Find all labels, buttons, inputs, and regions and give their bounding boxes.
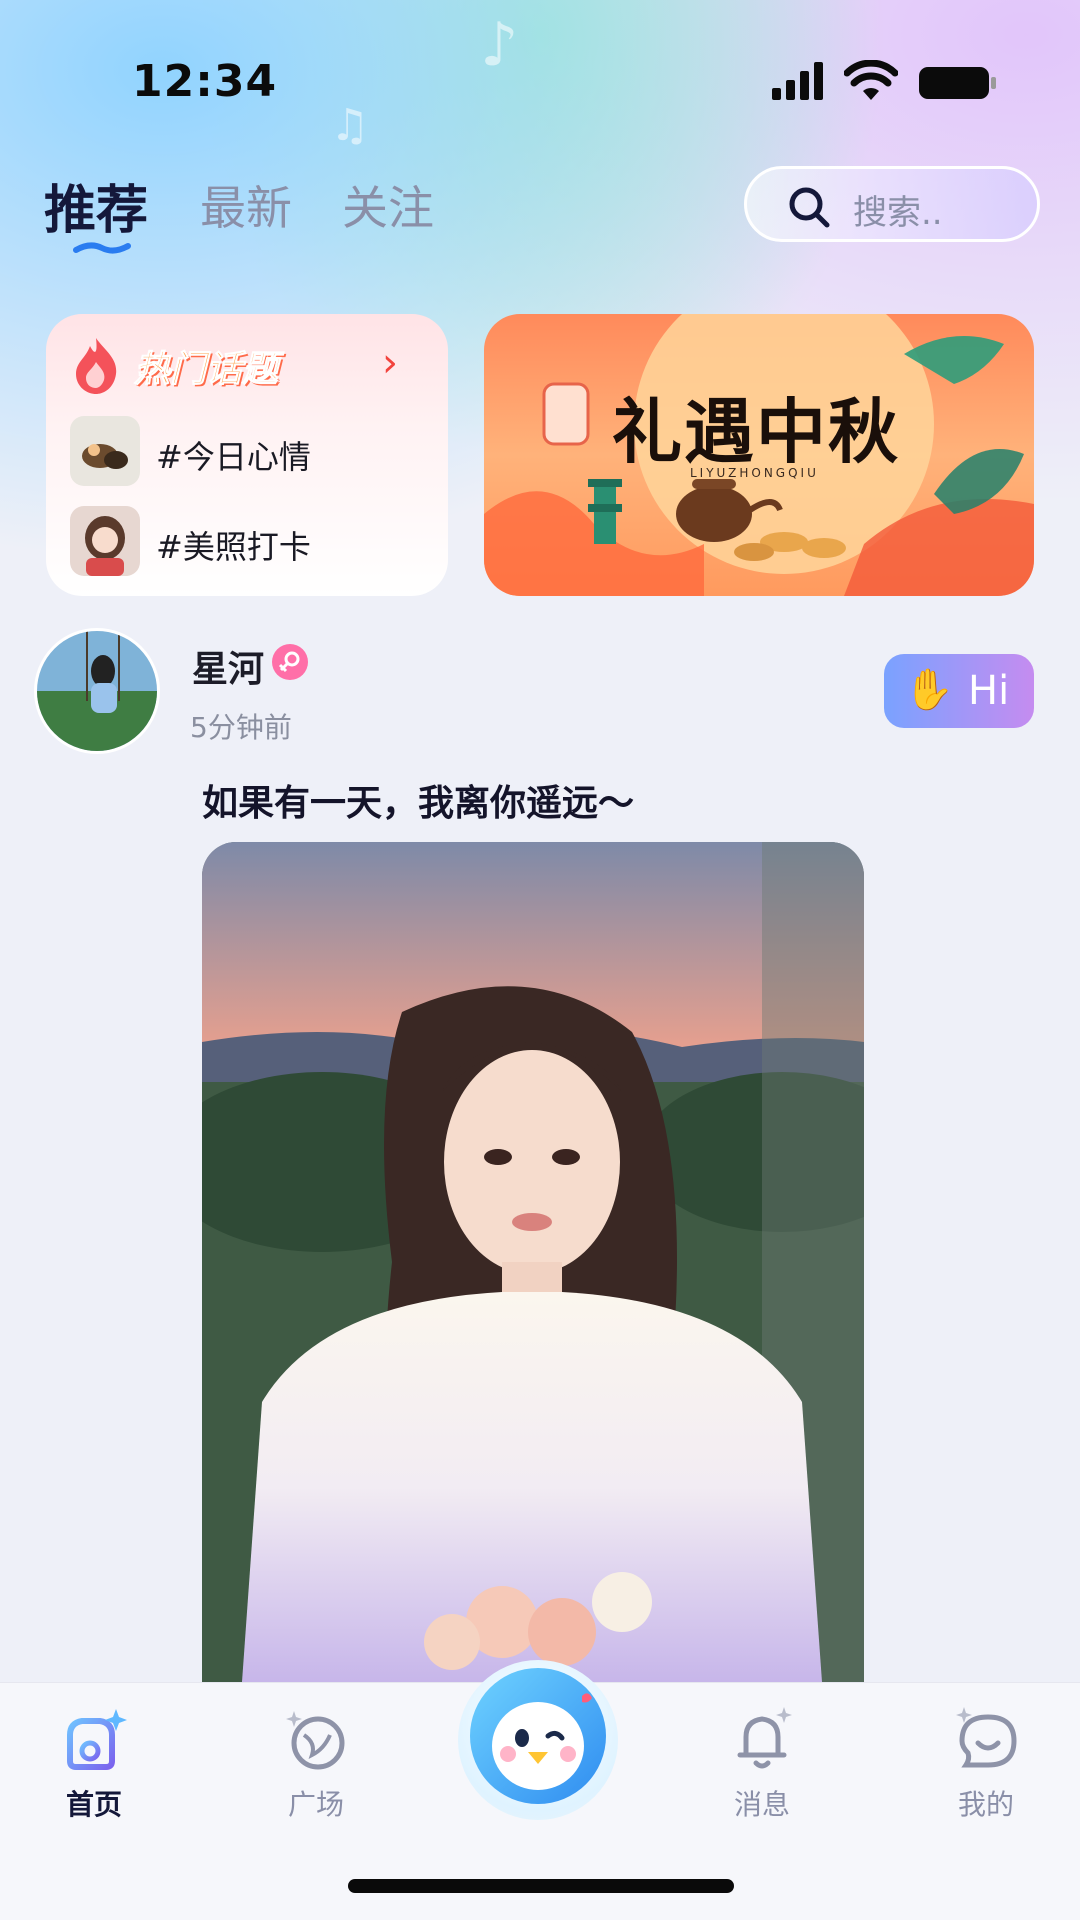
bell-icon bbox=[737, 1707, 792, 1769]
topic-thumbnail bbox=[70, 506, 140, 576]
penguin-mascot-icon bbox=[470, 1668, 606, 1804]
gender-female-icon bbox=[272, 644, 308, 680]
post-text: 如果有一天，我离你遥远～ bbox=[202, 783, 635, 824]
tab-following[interactable]: 关注 bbox=[342, 172, 434, 238]
avatar-image bbox=[37, 631, 157, 751]
post-photo-image bbox=[202, 842, 864, 1682]
search-input[interactable]: 搜索.. bbox=[744, 166, 1040, 242]
waving-hand-icon: ✋ bbox=[904, 667, 954, 713]
tab-recommend[interactable]: 推荐 bbox=[44, 168, 148, 243]
center-action-button[interactable] bbox=[458, 1660, 618, 1820]
post-username[interactable]: 星河 bbox=[192, 640, 264, 692]
status-bar: 12:34 bbox=[0, 0, 1080, 170]
tab-latest[interactable]: 最新 bbox=[200, 172, 292, 238]
search-placeholder: 搜索.. bbox=[853, 193, 943, 233]
chevron-right-icon[interactable]: › bbox=[382, 340, 398, 386]
status-time: 12:34 bbox=[132, 56, 278, 107]
topic-item[interactable]: #今日心情 bbox=[70, 416, 430, 488]
cellular-signal-icon bbox=[772, 62, 823, 100]
topic-thumbnail bbox=[70, 416, 140, 486]
nav-square[interactable]: 广场 bbox=[246, 1705, 386, 1835]
post-photo[interactable] bbox=[202, 842, 864, 1682]
flame-icon bbox=[76, 338, 117, 394]
hi-label: Hi bbox=[968, 668, 1010, 714]
banner-title: 礼遇中秋 bbox=[612, 390, 900, 473]
nav-label: 消息 bbox=[733, 1788, 790, 1821]
topic-label: #今日心情 bbox=[156, 438, 311, 476]
nav-label: 我的 bbox=[957, 1788, 1014, 1821]
avatar[interactable] bbox=[34, 628, 160, 754]
banner-subtitle: LIYUZHONGQIU bbox=[690, 466, 819, 480]
profile-icon bbox=[956, 1707, 1017, 1768]
topic-item[interactable]: #美照打卡 bbox=[70, 506, 430, 578]
active-tab-indicator bbox=[73, 242, 131, 254]
home-icon bbox=[67, 1709, 127, 1770]
planet-icon bbox=[286, 1711, 345, 1770]
hot-topics-title: 热门话题 bbox=[133, 349, 279, 391]
mid-autumn-banner[interactable]: 礼遇中秋 LIYUZHONGQIU bbox=[484, 314, 1034, 596]
battery-icon bbox=[919, 67, 996, 99]
nav-profile[interactable]: 我的 bbox=[916, 1705, 1056, 1835]
nav-messages[interactable]: 消息 bbox=[692, 1705, 832, 1835]
nav-home[interactable]: 首页 bbox=[24, 1705, 164, 1835]
hot-topics-card[interactable]: 热门话题 › #今日心情 #美照打卡 bbox=[46, 314, 448, 596]
post-timestamp: 5分钟前 bbox=[190, 711, 292, 744]
nav-label: 广场 bbox=[287, 1788, 344, 1821]
search-icon bbox=[789, 187, 830, 228]
nav-label: 首页 bbox=[65, 1788, 122, 1821]
wifi-icon bbox=[844, 60, 898, 100]
topic-label: #美照打卡 bbox=[156, 528, 311, 566]
home-indicator bbox=[348, 1879, 734, 1893]
say-hi-button[interactable]: ✋ Hi bbox=[884, 654, 1034, 728]
